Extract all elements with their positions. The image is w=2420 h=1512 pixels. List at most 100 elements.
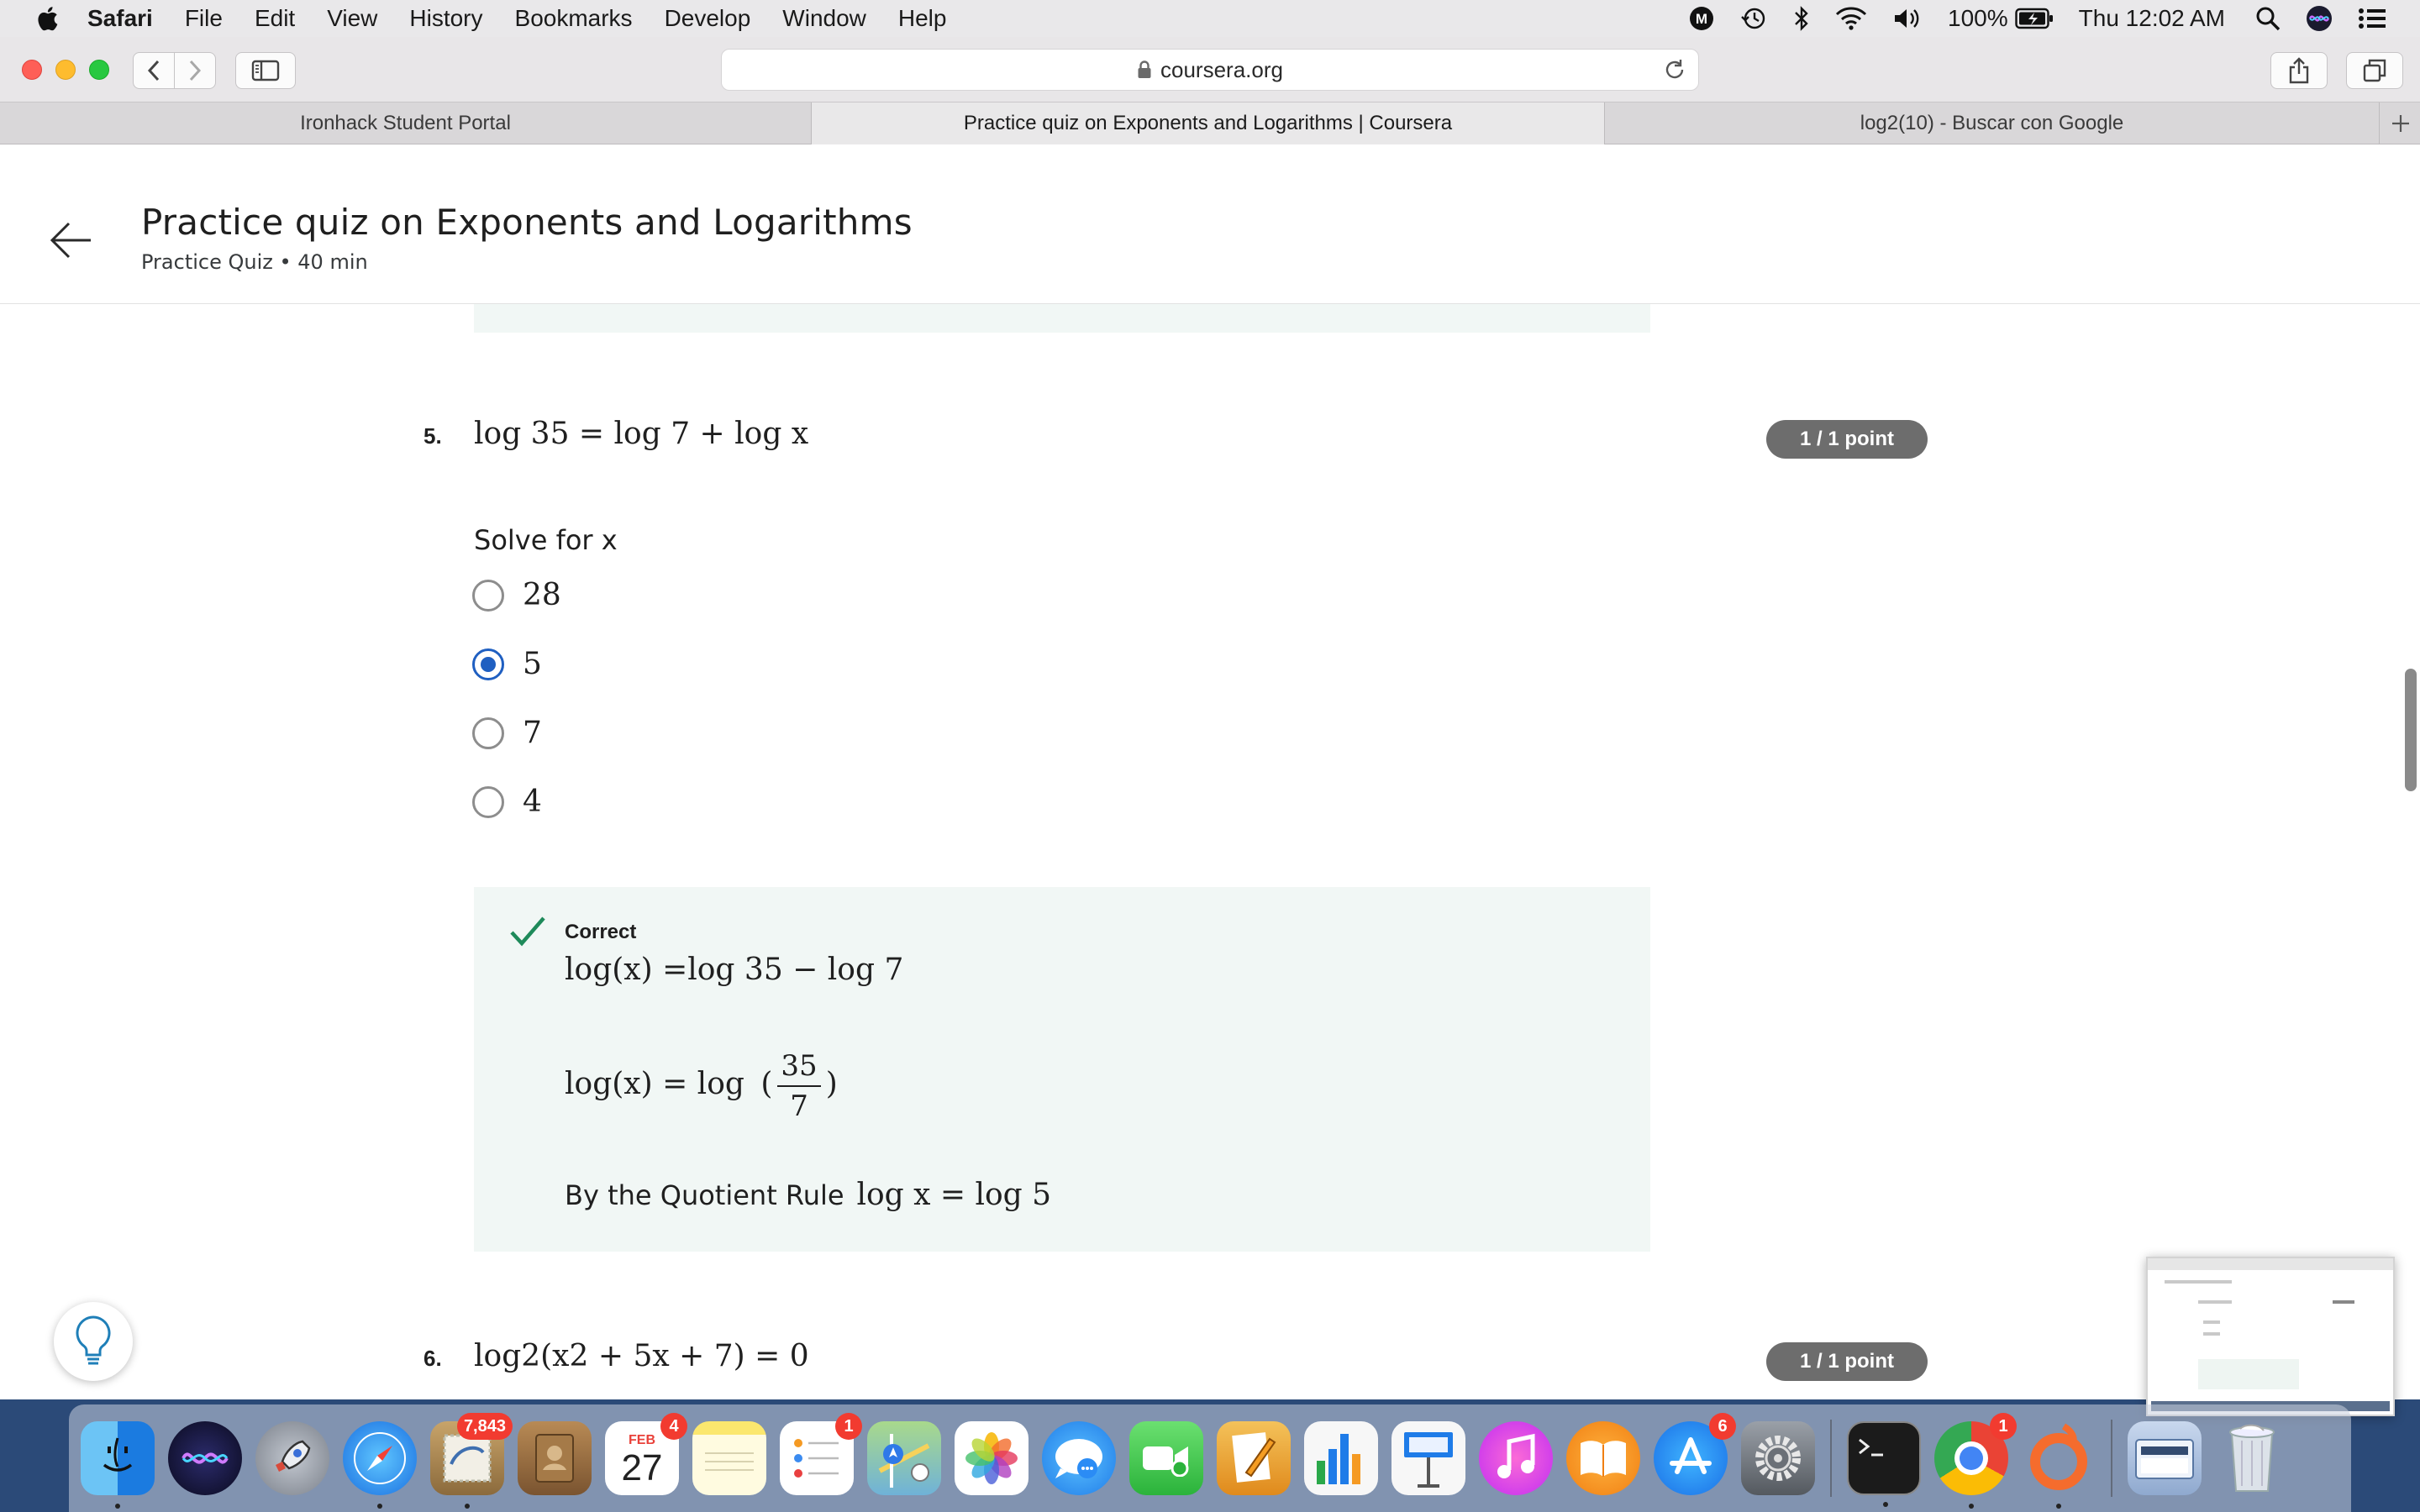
- forward-button[interactable]: [174, 52, 216, 89]
- finder-app-icon[interactable]: [81, 1421, 155, 1509]
- share-icon: [2289, 57, 2309, 84]
- menu-window[interactable]: Window: [782, 5, 866, 32]
- photos-flower-icon: [965, 1432, 1018, 1484]
- trash-icon[interactable]: [2215, 1421, 2289, 1495]
- numbers-app-icon[interactable]: [1304, 1421, 1378, 1495]
- macos-menubar: Safari File Edit View History Bookmarks …: [0, 0, 2420, 37]
- app-store-a-icon: [1670, 1437, 1712, 1474]
- contacts-app-icon[interactable]: [518, 1421, 592, 1495]
- share-button[interactable]: [2270, 52, 2328, 89]
- fullscreen-window-button[interactable]: [89, 60, 109, 80]
- page-scrollbar[interactable]: [2405, 669, 2417, 791]
- notes-app-icon[interactable]: [692, 1421, 766, 1495]
- answer-option[interactable]: 5: [472, 647, 542, 681]
- downloads-folder-icon[interactable]: [2128, 1421, 2202, 1495]
- address-bar[interactable]: coursera.org: [721, 49, 1699, 91]
- volume-icon[interactable]: [1892, 6, 1923, 31]
- music-note-icon: [1497, 1433, 1535, 1478]
- safari-app-icon[interactable]: [343, 1421, 417, 1509]
- page-subtitle: Practice Quiz • 40 min: [141, 250, 368, 274]
- app-store-app-icon[interactable]: 6: [1654, 1413, 1736, 1495]
- wifi-icon[interactable]: [1835, 6, 1867, 31]
- menu-develop[interactable]: Develop: [665, 5, 751, 32]
- pages-app-icon[interactable]: [1217, 1421, 1291, 1495]
- browser-tab-coursera[interactable]: Practice quiz on Exponents and Logarithm…: [812, 102, 1605, 144]
- page-title: Practice quiz on Exponents and Logarithm…: [141, 202, 913, 243]
- keynote-app-icon[interactable]: [1392, 1421, 1465, 1495]
- radio-button[interactable]: [472, 785, 504, 818]
- map-pin-icon: [878, 1434, 930, 1488]
- origin-ring-icon: [2030, 1423, 2087, 1490]
- answer-option[interactable]: 28: [472, 578, 561, 612]
- tab-label: Practice quiz on Exponents and Logarithm…: [963, 112, 1453, 134]
- minimize-window-button[interactable]: [55, 60, 76, 80]
- menu-history[interactable]: History: [409, 5, 482, 32]
- menubar-clock[interactable]: Thu 12:02 AM: [2079, 5, 2225, 32]
- menu-file[interactable]: File: [185, 5, 223, 32]
- preview-line: [2203, 1332, 2220, 1336]
- points-badge: 1 / 1 point: [1766, 420, 1928, 459]
- notes-lines-icon: [705, 1452, 754, 1471]
- browser-tab-ironhack[interactable]: Ironhack Student Portal: [0, 102, 812, 144]
- preview-toolbar: [2148, 1258, 2393, 1270]
- radio-button-selected[interactable]: [472, 648, 504, 680]
- malwarebytes-icon[interactable]: M: [1689, 6, 1714, 31]
- pages-doc-icon: [1232, 1432, 1276, 1483]
- menu-edit[interactable]: Edit: [255, 5, 295, 32]
- facetime-app-icon[interactable]: [1129, 1421, 1203, 1495]
- spotlight-search-icon[interactable]: [2255, 6, 2281, 31]
- radio-button[interactable]: [472, 579, 504, 612]
- preview-line: [2203, 1320, 2220, 1324]
- menu-bookmarks[interactable]: Bookmarks: [515, 5, 633, 32]
- notification-badge: 4: [660, 1413, 687, 1440]
- url-text: coursera.org: [1160, 56, 1283, 82]
- lock-icon: [1138, 60, 1151, 78]
- answer-option[interactable]: 4: [472, 785, 542, 819]
- notification-badge: 6: [1709, 1413, 1736, 1440]
- back-arrow-icon[interactable]: [47, 217, 94, 264]
- time-machine-icon[interactable]: [1739, 6, 1768, 31]
- terminal-prompt-icon: [1859, 1438, 1883, 1457]
- calendar-app-icon[interactable]: FEB 27 4: [605, 1413, 687, 1495]
- chrome-app-icon[interactable]: 1: [1934, 1413, 2017, 1509]
- siri-icon[interactable]: [2306, 5, 2333, 32]
- origin-app-icon[interactable]: [2022, 1421, 2096, 1509]
- bluetooth-icon[interactable]: [1793, 5, 1810, 32]
- mail-app-icon[interactable]: 7,843: [430, 1413, 513, 1509]
- option-label: 4: [523, 785, 542, 819]
- terminal-app-icon[interactable]: [1847, 1421, 1921, 1507]
- menu-help[interactable]: Help: [898, 5, 947, 32]
- siri-wave-icon: [182, 1452, 229, 1464]
- screenshot-thumbnail-preview[interactable]: [2146, 1257, 2395, 1416]
- maps-app-icon[interactable]: [867, 1421, 941, 1495]
- photos-app-icon[interactable]: [955, 1421, 1028, 1495]
- fraction-numerator: 35: [777, 1047, 821, 1087]
- menu-view[interactable]: View: [327, 5, 377, 32]
- new-tab-button[interactable]: [2381, 102, 2420, 144]
- answer-option[interactable]: 7: [472, 716, 542, 750]
- menu-safari[interactable]: Safari: [87, 5, 153, 32]
- apple-logo-icon[interactable]: [34, 4, 59, 33]
- battery-icon[interactable]: [2014, 8, 2054, 29]
- launchpad-app-icon[interactable]: [255, 1421, 329, 1495]
- hint-lightbulb-button[interactable]: [54, 1302, 133, 1381]
- notification-center-icon[interactable]: [2358, 7, 2386, 30]
- equation-text: log2(x2 + 5x + 7) = 0: [474, 1339, 809, 1373]
- books-app-icon[interactable]: [1566, 1421, 1640, 1495]
- messages-app-icon[interactable]: [1042, 1421, 1116, 1495]
- itunes-app-icon[interactable]: [1479, 1421, 1553, 1495]
- sidebar-toggle-button[interactable]: [235, 52, 296, 89]
- system-preferences-app-icon[interactable]: [1741, 1421, 1815, 1495]
- quiz-header: Practice quiz on Exponents and Logarithm…: [0, 181, 2420, 304]
- show-all-tabs-button[interactable]: [2346, 52, 2403, 89]
- feedback-status: Correct: [565, 921, 637, 943]
- siri-app-icon[interactable]: [168, 1421, 242, 1495]
- back-button[interactable]: [133, 52, 175, 89]
- preview-line: [2165, 1280, 2232, 1284]
- radio-button[interactable]: [472, 717, 504, 749]
- reminders-app-icon[interactable]: 1: [780, 1413, 862, 1495]
- reload-icon[interactable]: [1663, 58, 1686, 81]
- equation-text: log 35 = log 7 + log x: [474, 417, 809, 451]
- close-window-button[interactable]: [22, 60, 42, 80]
- browser-tab-google[interactable]: log2(10) - Buscar con Google: [1605, 102, 2380, 144]
